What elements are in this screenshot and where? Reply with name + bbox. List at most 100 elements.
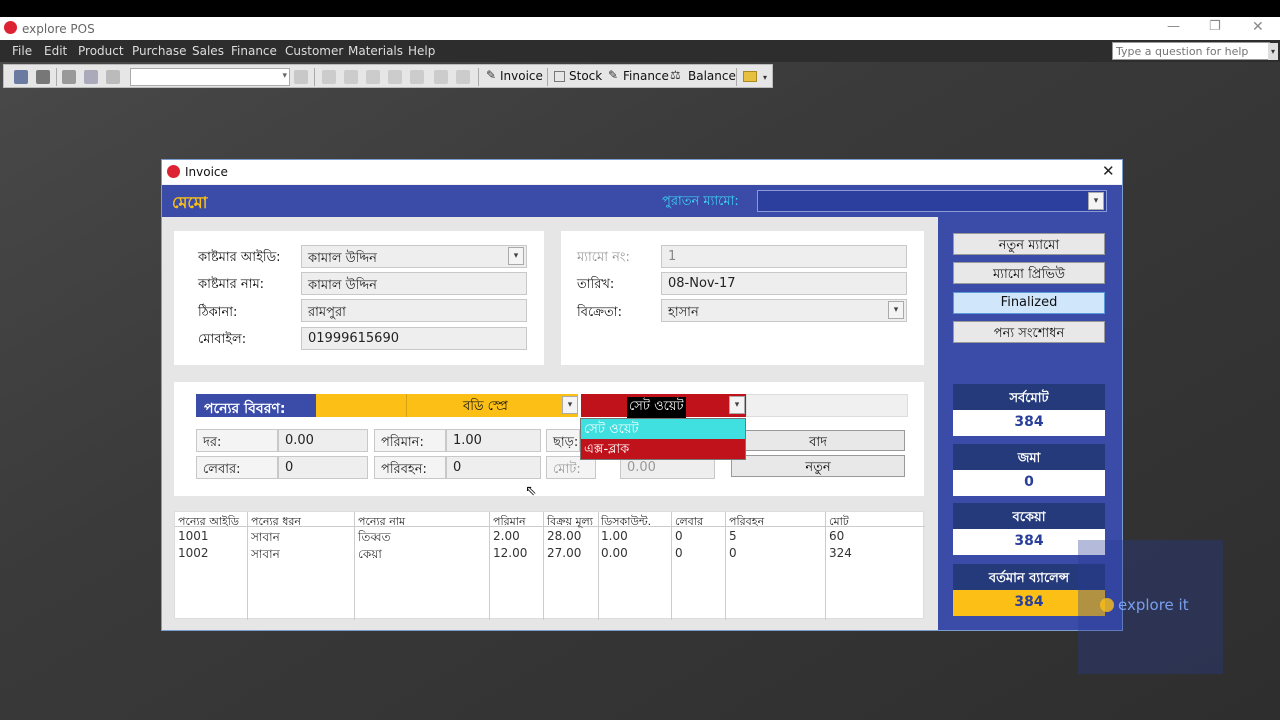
balance-scale-icon: ⚖ bbox=[670, 68, 681, 82]
chevron-down-icon: ▾ bbox=[282, 71, 287, 81]
menu-file[interactable]: File bbox=[12, 44, 32, 58]
dropdown-option[interactable]: এক্স-ব্লাক bbox=[581, 439, 745, 459]
customer-id-value: কামাল উদ্দিন bbox=[308, 251, 377, 266]
chevron-down-icon[interactable]: ▾ bbox=[729, 396, 745, 414]
product-details-label: পন্যের বিবরণ: bbox=[204, 401, 286, 417]
labour-label: লেবার: bbox=[203, 462, 241, 477]
prev-record-icon[interactable] bbox=[344, 70, 358, 84]
grand-total-label: সর্বমোট bbox=[953, 384, 1105, 410]
menu-help[interactable]: Help bbox=[408, 44, 435, 58]
watermark-brand: explore it bbox=[1118, 596, 1189, 614]
save-icon[interactable] bbox=[14, 70, 28, 84]
remove-button[interactable]: বাদ bbox=[731, 430, 905, 451]
cut-icon[interactable] bbox=[62, 70, 76, 84]
address-field[interactable]: রামপুরা bbox=[301, 299, 527, 322]
memo-header-bar: মেমো পুরাতন ম্যামো: ▾ bbox=[162, 185, 1122, 217]
cell-qty: 2.00 bbox=[493, 529, 520, 543]
invoice-left-panel: কাষ্টমার আইডি: কামাল উদ্দিন ▾ কাষ্টমার ন… bbox=[162, 217, 938, 630]
seller-combo[interactable]: হাসান ▾ bbox=[661, 299, 907, 322]
sort-desc-icon[interactable] bbox=[456, 70, 470, 84]
product-edit-button[interactable]: পন্য সংশোধন bbox=[953, 321, 1105, 343]
product-name-value: সেট ওয়েট bbox=[627, 397, 686, 418]
first-record-icon[interactable] bbox=[322, 70, 336, 84]
invoice-window: Invoice ✕ মেমো পুরাতন ম্যামো: ▾ কাষ্টমার… bbox=[161, 159, 1123, 631]
product-type-combo[interactable] bbox=[316, 394, 406, 417]
new-item-button[interactable]: নতুন bbox=[731, 455, 905, 477]
product-category-combo[interactable]: বডি স্প্রে ▾ bbox=[406, 394, 578, 417]
print-icon[interactable] bbox=[36, 70, 50, 84]
stock-icon bbox=[554, 71, 565, 82]
menu-edit[interactable]: Edit bbox=[44, 44, 67, 58]
items-grid[interactable]: পন্যের আইডি পন্যের ধরন পন্যের নাম পরিমান… bbox=[174, 511, 925, 620]
toolbar-balance-button[interactable]: Balance bbox=[688, 69, 736, 83]
cell-product-type: সাবান bbox=[251, 547, 280, 561]
invoice-window-title: Invoice bbox=[185, 165, 228, 179]
menu-finance[interactable]: Finance bbox=[231, 44, 277, 58]
labour-field[interactable]: 0 bbox=[278, 456, 368, 479]
help-search-input[interactable] bbox=[1112, 42, 1270, 60]
new-record-icon[interactable] bbox=[410, 70, 424, 84]
close-icon[interactable]: ✕ bbox=[1252, 19, 1264, 35]
menu-materials[interactable]: Materials bbox=[348, 44, 403, 58]
menu-purchase[interactable]: Purchase bbox=[132, 44, 187, 58]
deposit-field[interactable]: 0 bbox=[953, 470, 1105, 496]
search-icon[interactable] bbox=[294, 70, 308, 84]
chevron-down-icon[interactable]: ▾ bbox=[888, 301, 904, 319]
restore-icon[interactable]: ❐ bbox=[1209, 19, 1221, 34]
paste-icon[interactable] bbox=[106, 70, 120, 84]
cell-total: 324 bbox=[829, 546, 852, 560]
qty-label-cell: পরিমান: bbox=[374, 429, 446, 452]
next-record-icon[interactable] bbox=[366, 70, 380, 84]
customer-name-field[interactable]: কামাল উদ্দিন bbox=[301, 272, 527, 295]
cell-total: 60 bbox=[829, 529, 845, 543]
chevron-down-icon[interactable]: ▾ bbox=[1088, 192, 1104, 210]
folder-icon[interactable] bbox=[743, 71, 757, 82]
toolbar-invoice-button[interactable]: Invoice bbox=[500, 69, 543, 83]
chevron-down-icon[interactable]: ▾ bbox=[508, 247, 524, 265]
due-label: বকেয়া bbox=[953, 503, 1105, 529]
seller-label: বিক্রেতা: bbox=[577, 305, 622, 320]
last-record-icon[interactable] bbox=[388, 70, 402, 84]
copy-icon[interactable] bbox=[84, 70, 98, 84]
dropdown-option-selected[interactable]: সেট ওয়েট bbox=[581, 419, 745, 439]
product-name-combo[interactable]: সেট ওয়েট ▾ bbox=[581, 394, 746, 418]
rate-field[interactable]: 0.00 bbox=[278, 429, 368, 452]
mouse-cursor-icon: ⇖ bbox=[525, 483, 537, 499]
qty-field[interactable]: 1.00 bbox=[446, 429, 541, 452]
memo-preview-button[interactable]: ম্যামো প্রিভিউ bbox=[953, 262, 1105, 284]
new-item-button-label: নতুন bbox=[805, 460, 831, 475]
discount-label: ছাড়: bbox=[553, 435, 579, 450]
chevron-down-icon[interactable]: ▾ bbox=[562, 396, 578, 414]
help-dropdown-arrow-icon[interactable]: ▾ bbox=[1268, 43, 1278, 60]
invoice-close-icon[interactable]: ✕ bbox=[1102, 162, 1115, 180]
cell-labour: 0 bbox=[675, 546, 683, 560]
transport-field[interactable]: 0 bbox=[446, 456, 541, 479]
toolbar-finance-button[interactable]: Finance bbox=[623, 69, 669, 83]
toolbar-stock-button[interactable]: Stock bbox=[569, 69, 602, 83]
menu-bar: File Edit Product Purchase Sales Finance… bbox=[0, 40, 1280, 62]
menu-sales[interactable]: Sales bbox=[192, 44, 224, 58]
menu-customer[interactable]: Customer bbox=[285, 44, 343, 58]
cell-discount: 1.00 bbox=[601, 529, 628, 543]
customer-name-label: কাষ্টমার নাম: bbox=[198, 277, 265, 292]
finalized-button[interactable]: Finalized bbox=[953, 292, 1105, 314]
product-name-dropdown-list[interactable]: সেট ওয়েট এক্স-ব্লাক bbox=[580, 418, 746, 460]
minimize-icon[interactable]: — bbox=[1167, 19, 1180, 34]
rate-label-cell: দর: bbox=[196, 429, 278, 452]
customer-id-combo[interactable]: কামাল উদ্দিন ▾ bbox=[301, 245, 527, 268]
toolbar-combo[interactable]: ▾ bbox=[130, 68, 290, 86]
memo-preview-label: ম্যামো প্রিভিউ bbox=[992, 267, 1066, 282]
rate-label: দর: bbox=[203, 435, 222, 450]
finalized-label: Finalized bbox=[1000, 295, 1058, 310]
toolbar-overflow-icon[interactable]: ▾ bbox=[763, 73, 767, 82]
table-row[interactable]: 1001 সাবান তিব্বত 2.00 28.00 1.00 0 5 60 bbox=[175, 529, 925, 545]
table-row[interactable]: 1002 সাবান কেয়া 12.00 27.00 0.00 0 0 32… bbox=[175, 546, 925, 562]
old-memo-combo[interactable]: ▾ bbox=[757, 190, 1107, 212]
grand-total-value: 384 bbox=[953, 410, 1105, 436]
sort-asc-icon[interactable] bbox=[434, 70, 448, 84]
date-field[interactable]: 08-Nov-17 bbox=[661, 272, 907, 295]
invoice-window-titlebar: Invoice ✕ bbox=[162, 160, 1122, 184]
new-memo-button[interactable]: নতুন ম্যামো bbox=[953, 233, 1105, 255]
menu-product[interactable]: Product bbox=[78, 44, 124, 58]
mobile-field[interactable]: 01999615690 bbox=[301, 327, 527, 350]
